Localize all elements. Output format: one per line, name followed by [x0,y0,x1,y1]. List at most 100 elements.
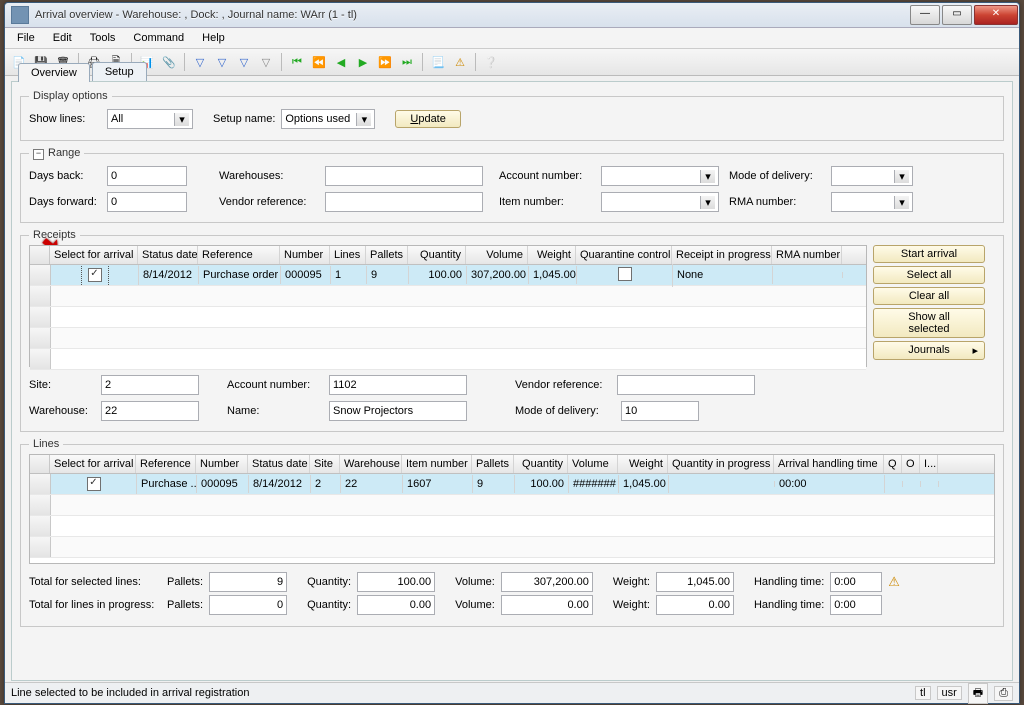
range-group: −Range Days back: Warehouses: Account nu… [20,147,1004,223]
chevron-down-icon: ▾ [356,113,371,126]
receipts-grid[interactable]: Select for arrival Status date Reference… [29,245,867,367]
prog-quantity [357,595,435,615]
lcol-qip[interactable]: Quantity in progress [668,455,774,473]
menu-file[interactable]: File [9,30,43,46]
lcol-weight[interactable]: Weight [618,455,668,473]
col-number[interactable]: Number [280,246,330,264]
sel-handling [830,572,882,592]
lcol-site[interactable]: Site [310,455,340,473]
col-select[interactable]: Select for arrival [50,246,138,264]
col-quantity[interactable]: Quantity [408,246,466,264]
tb-help-icon[interactable]: ❔ [481,52,501,72]
col-rip[interactable]: Receipt in progress [672,246,772,264]
tb-next-icon[interactable]: ▶ [353,52,373,72]
col-quarantine[interactable]: Quarantine control [576,246,672,264]
tb-prev-icon[interactable]: ◀ [331,52,351,72]
tb-prevpage-icon[interactable]: ⏪ [309,52,329,72]
warehouse-field[interactable] [101,401,199,421]
lcol-warehouse[interactable]: Warehouse [340,455,402,473]
maximize-button[interactable]: ▭ [942,5,972,25]
lcol-statusdate[interactable]: Status date [248,455,310,473]
warehouses-input[interactable] [325,166,483,186]
lcol-quantity[interactable]: Quantity [514,455,568,473]
prog-handling [830,595,882,615]
setup-name-combo[interactable]: Options used▾ [281,109,375,129]
warehouse-label: Warehouse: [29,405,95,417]
lcol-q[interactable]: Q [884,455,902,473]
detail-mode-field[interactable] [621,401,699,421]
quarantine-checkbox[interactable] [618,267,632,281]
status-print-icon[interactable]: 🖶 [968,683,988,704]
lcol-item[interactable]: Item number [402,455,472,473]
receipts-legend: Receipts [29,229,80,241]
collapse-icon[interactable]: − [33,149,44,160]
lcol-volume[interactable]: Volume [568,455,618,473]
col-lines[interactable]: Lines [330,246,366,264]
close-button[interactable]: ✕ [974,5,1018,25]
lines-row[interactable]: Purchase ... 000095 8/14/2012 2 22 1607 … [30,474,994,495]
tab-overview[interactable]: Overview [18,63,90,82]
minimize-button[interactable]: — [910,5,940,25]
menu-edit[interactable]: Edit [45,30,80,46]
col-reference[interactable]: Reference [198,246,280,264]
site-field[interactable] [101,375,199,395]
chevron-down-icon: ▾ [174,113,189,126]
show-lines-combo[interactable]: All▾ [107,109,193,129]
status-help-icon[interactable]: ⎙ [994,686,1013,701]
rma-combo[interactable]: ▾ [831,192,913,212]
tab-setup[interactable]: Setup [92,62,147,81]
lcol-pallets[interactable]: Pallets [472,455,514,473]
tb-filter3-icon[interactable]: ▽ [234,52,254,72]
journals-button[interactable]: Journals [873,341,985,360]
col-volume[interactable]: Volume [466,246,528,264]
vendor-ref-input[interactable] [325,192,483,212]
tb-first-icon[interactable]: ⏮ [287,52,307,72]
account-combo[interactable]: ▾ [601,166,719,186]
select-all-button[interactable]: Select all [873,266,985,284]
tb-filter1-icon[interactable]: ▽ [190,52,210,72]
tb-filter2-icon[interactable]: ▽ [212,52,232,72]
receipts-row[interactable]: 8/14/2012 Purchase order 000095 1 9 100.… [30,265,866,286]
weight-label: Weight: [613,576,650,588]
clear-all-button[interactable]: Clear all [873,287,985,305]
tb-attach-icon[interactable]: 📎 [159,52,179,72]
line-select-checkbox[interactable] [87,477,101,491]
col-weight[interactable]: Weight [528,246,576,264]
lcol-i[interactable]: I... [920,455,938,473]
menu-command[interactable]: Command [125,30,192,46]
days-forward-input[interactable] [107,192,187,212]
start-arrival-button[interactable]: Start arrival [873,245,985,263]
tb-funnel-icon[interactable]: ▽ [256,52,276,72]
lines-grid[interactable]: Select for arrival Reference Number Stat… [29,454,995,564]
menu-help[interactable]: Help [194,30,233,46]
handling-label2: Handling time: [754,599,824,611]
col-pallets[interactable]: Pallets [366,246,408,264]
mode-combo[interactable]: ▾ [831,166,913,186]
item-combo[interactable]: ▾ [601,192,719,212]
tb-nextpage-icon[interactable]: ⏩ [375,52,395,72]
days-back-input[interactable] [107,166,187,186]
menu-tools[interactable]: Tools [82,30,124,46]
warehouses-label: Warehouses: [219,170,319,182]
tb-doc-icon[interactable]: 📃 [428,52,448,72]
lcol-reference[interactable]: Reference [136,455,196,473]
status-msg: Line selected to be included in arrival … [11,687,249,699]
show-selected-button[interactable]: Show all selected [873,308,985,338]
detail-name-field[interactable] [329,401,467,421]
show-lines-label: Show lines: [29,113,101,125]
detail-vendorref-label: Vendor reference: [515,379,611,391]
select-checkbox[interactable] [88,268,102,282]
tb-alert-icon[interactable]: ⚠ [450,52,470,72]
col-rma[interactable]: RMA number [772,246,842,264]
quantity-label2: Quantity: [307,599,351,611]
tb-last-icon[interactable]: ⏭ [397,52,417,72]
lcol-handling[interactable]: Arrival handling time [774,455,884,473]
col-statusdate[interactable]: Status date [138,246,198,264]
warning-icon: ⚠ [888,574,900,590]
lcol-number[interactable]: Number [196,455,248,473]
detail-vendorref-field[interactable] [617,375,755,395]
lcol-o[interactable]: O [902,455,920,473]
detail-account-field[interactable] [329,375,467,395]
update-button[interactable]: UUpdatepdate [395,110,460,128]
lcol-select[interactable]: Select for arrival [50,455,136,473]
